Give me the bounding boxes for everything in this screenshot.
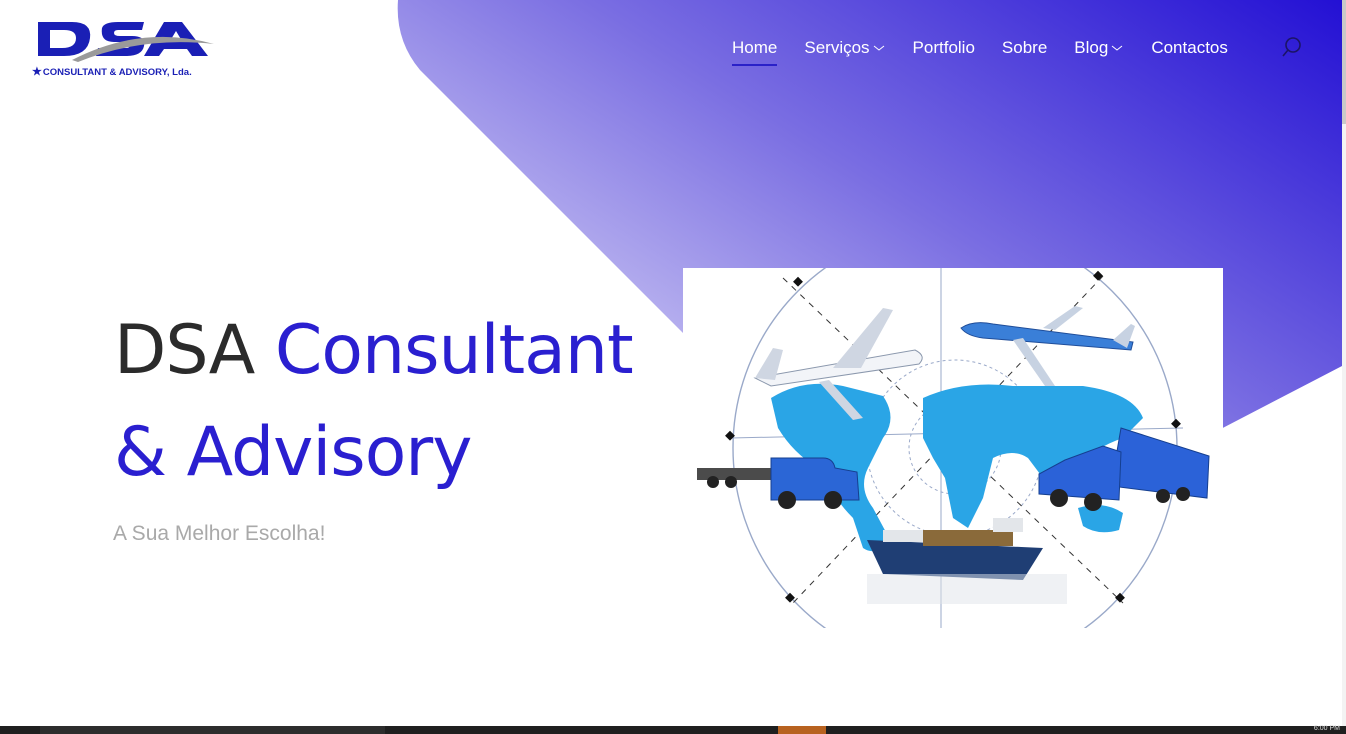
hero-title-accent-2: & Advisory: [114, 413, 472, 492]
nav-item-portfolio[interactable]: Portfolio: [913, 36, 975, 60]
nav-item-home[interactable]: Home: [732, 36, 778, 66]
hero-subtitle: A Sua Melhor Escolha!: [113, 522, 326, 545]
logistics-illustration: [697, 268, 1210, 628]
logo-tagline: ★CONSULTANT & ADVISORY, Lda.: [32, 66, 192, 78]
main-nav: Home Serviços Portfolio Sobre Blog Conta…: [732, 36, 1255, 66]
hero-title: DSA Consultant & Advisory: [114, 300, 674, 504]
taskbar-active-app-button[interactable]: [778, 726, 826, 734]
hero-logistics-image: [683, 268, 1223, 628]
scrollbar-thumb[interactable]: [1342, 0, 1346, 124]
taskbar-clock: 6:00 PM: [1313, 725, 1340, 732]
hero-title-plain: DSA: [114, 311, 275, 390]
os-taskbar: 6:00 PM: [0, 725, 1346, 734]
chevron-down-icon: [1112, 45, 1123, 51]
taskbar-app-button[interactable]: [40, 726, 385, 734]
nav-item-contactos[interactable]: Contactos: [1151, 36, 1228, 60]
hero-title-accent-1: Consultant: [274, 311, 634, 390]
logo-swoosh-graphic: [38, 22, 214, 62]
nav-item-blog[interactable]: Blog: [1074, 36, 1124, 60]
chevron-down-icon: [873, 45, 884, 51]
star-icon: ★: [32, 66, 42, 78]
nav-item-servicos[interactable]: Serviços: [804, 36, 885, 60]
site-logo[interactable]: ★CONSULTANT & ADVISORY, Lda.: [32, 16, 218, 82]
nav-item-sobre[interactable]: Sobre: [1002, 36, 1047, 60]
search-icon[interactable]: [1280, 35, 1304, 59]
